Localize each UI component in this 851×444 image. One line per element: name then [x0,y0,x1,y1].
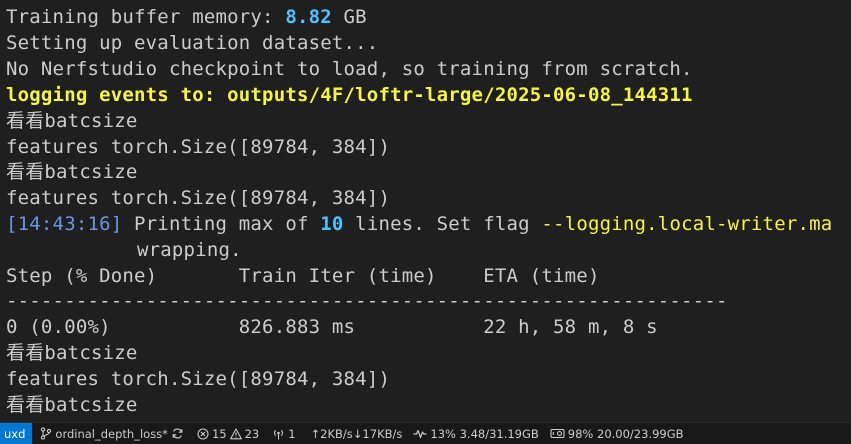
table-header: Step (% Done) Train Iter (time) ETA (tim… [6,265,600,287]
error-count: 15 [211,426,227,441]
pulse-icon [413,429,427,439]
table-divider: ----------------------------------------… [6,290,728,312]
sync-icon[interactable] [171,427,184,440]
ports-icon [272,428,285,440]
terminal-line: 看看batcsize [6,110,138,132]
memory-value: 8.82 [285,6,332,28]
cpu-memory: 13% 3.48/31.19GB [430,426,539,441]
ports-count: 1 [288,426,296,441]
table-row: 0 (0.00%) 826.883 ms 22 h, 58 m, 8 s [6,316,658,338]
branch-icon [40,427,52,440]
branch-status[interactable]: ordinal_depth_loss* [32,423,189,444]
terminal-line: No Nerfstudio checkpoint to load, so tra… [6,58,693,80]
network-speed: ↑2KB/s↓17KB/s [310,426,403,441]
cpu-status[interactable]: 13% 3.48/31.19GB [407,423,543,444]
status-bar: uxd ordinal_depth_loss* 15 23 1 ↑2KB/s↓1… [0,422,851,444]
terminal-line: features torch.Size([89784, 384]) [6,136,391,158]
terminal-line: [14:43:16] Printing max of 10 lines. Set… [6,213,833,235]
log-timestamp: [14:43:16] [6,213,123,235]
terminal-line: 看看batcsize [6,161,138,183]
terminal-line: features torch.Size([89784, 384]) [6,187,391,209]
terminal-line: features torch.Size([89784, 384]) [6,368,391,390]
terminal-output[interactable]: Training buffer memory: 8.82 GB Setting … [0,0,851,422]
error-icon [197,427,209,440]
gpu-icon [550,428,565,439]
terminal-line: wrapping. [137,239,242,261]
branch-name: ordinal_depth_loss* [55,426,168,441]
terminal-line: 看看batcsize [6,342,138,364]
terminal-line: 看看batcsize [6,394,138,416]
network-status[interactable]: ↑2KB/s↓17KB/s [301,423,408,444]
ports-status[interactable]: 1 [264,423,300,444]
warning-icon [229,427,242,440]
terminal-line: logging events to: outputs/4F/loftr-larg… [6,84,693,106]
gpu-status[interactable]: 98% 20.00/23.99GB [544,423,689,444]
remote-indicator[interactable]: uxd [0,423,33,444]
gpu-memory: 98% 20.00/23.99GB [567,426,684,441]
problems-status[interactable]: 15 23 [189,423,264,444]
terminal-line: Setting up evaluation dataset... [6,32,379,54]
warning-count: 23 [244,426,260,441]
terminal-line: Training buffer memory: 8.82 GB [6,6,367,28]
